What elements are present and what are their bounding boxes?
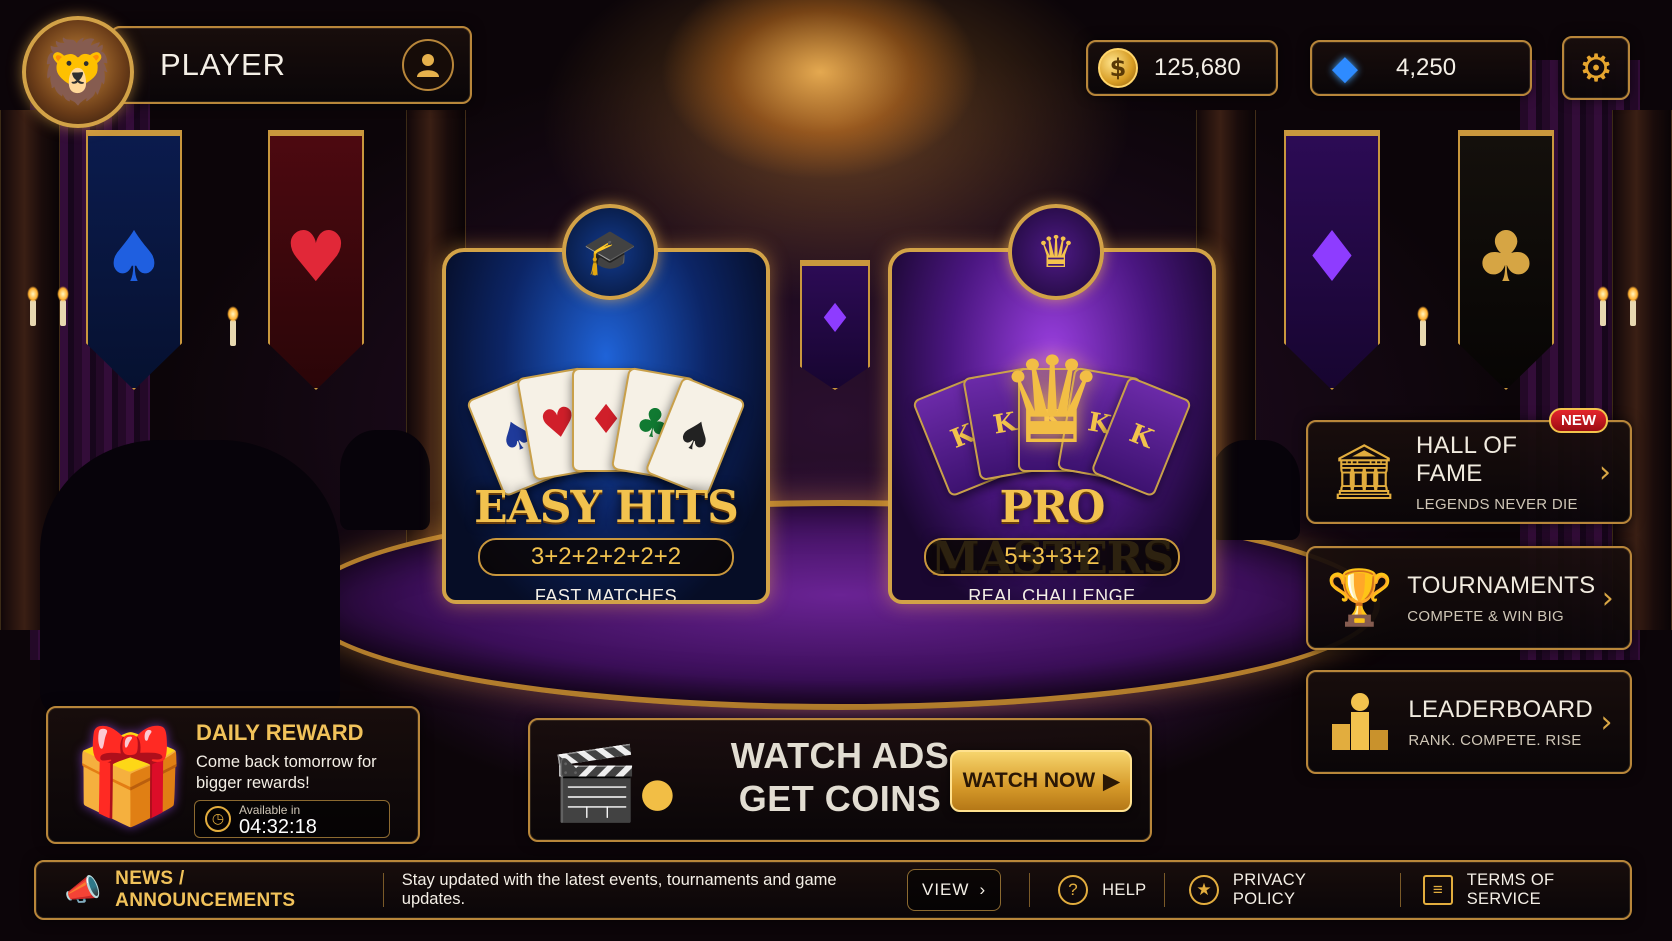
- divider: [382, 873, 384, 907]
- crown-icon: ♛: [998, 332, 1106, 471]
- reward-timer: ◷ Available in 04:32:18: [194, 800, 390, 838]
- menu-subtitle: LEGENDS NEVER DIE: [1416, 495, 1578, 513]
- mode-title: EASY HITS: [474, 482, 739, 533]
- lion-icon[interactable]: 🦁: [22, 16, 134, 128]
- mode-card-easy-hits[interactable]: ♠ ♥ ♦ ♣ ♠ EASY HITS 3+2+2+2+2+2 FAST MAT…: [442, 248, 770, 604]
- spade-banner: ♠: [86, 130, 182, 390]
- divider: [1029, 873, 1031, 907]
- watch-now-label: WATCH NOW: [962, 769, 1096, 792]
- help-label: HELP: [1102, 880, 1147, 899]
- timer-value: 04:32:18: [239, 816, 317, 838]
- divider: [1164, 873, 1166, 907]
- candle: [1597, 286, 1609, 326]
- view-label: VIEW: [922, 880, 970, 899]
- candle: [27, 286, 39, 326]
- play-icon: ▶: [1103, 769, 1120, 793]
- graduation-cap-icon: 🎓: [562, 204, 658, 300]
- trophy-icon: 🏆: [1326, 566, 1394, 629]
- watch-now-button[interactable]: WATCH NOW ▶: [950, 750, 1132, 812]
- daily-reward-panel[interactable]: 🎁 DAILY REWARD Come back tomorrow for bi…: [46, 706, 420, 844]
- settings-button[interactable]: ⚙: [1562, 36, 1630, 100]
- mode-formula: 5+3+3+2: [924, 538, 1180, 576]
- megaphone-icon: 📣: [64, 872, 102, 908]
- diamond-banner: ♦: [1284, 130, 1380, 390]
- player-panel[interactable]: PLAYER: [110, 26, 472, 104]
- daily-reward-title: DAILY REWARD: [196, 720, 364, 745]
- coin-balance[interactable]: $ 125,680: [1086, 40, 1278, 96]
- leaderboard-button[interactable]: LEADERBOARD RANK. COMPETE. RISE ›: [1306, 670, 1632, 774]
- diamond-banner-center: ♦: [800, 260, 870, 390]
- gear-icon: ⚙: [1578, 46, 1614, 90]
- candle: [227, 306, 239, 346]
- privacy-policy-link[interactable]: ★ PRIVACY POLICY: [1189, 871, 1370, 909]
- ads-line-2: GET COINS: [738, 778, 942, 819]
- crown-icon: ♛: [1008, 204, 1104, 300]
- chevron-right-icon: ›: [1601, 580, 1614, 616]
- player-name: PLAYER: [160, 47, 287, 82]
- candle: [1627, 286, 1639, 326]
- news-title: NEWS / ANNOUNCEMENTS: [115, 868, 296, 911]
- candle: [1417, 306, 1429, 346]
- mode-subtitle: REAL CHALLENGE: [968, 586, 1136, 604]
- terms-of-service-link[interactable]: ≡ TERMS OF SERVICE: [1423, 871, 1630, 909]
- timer-label: Available in: [239, 803, 301, 817]
- seated-figure: [40, 440, 340, 720]
- mode-subtitle: FAST MATCHES: [534, 586, 678, 604]
- chevron-right-icon: ›: [979, 880, 987, 899]
- coin-amount: 125,680: [1154, 54, 1241, 81]
- menu-subtitle: COMPETE & WIN BIG: [1407, 607, 1565, 625]
- terms-label: TERMS OF SERVICE: [1466, 871, 1555, 908]
- watch-ads-headline: WATCH ADS GET COINS: [720, 734, 960, 820]
- view-news-button[interactable]: VIEW ›: [906, 869, 1002, 911]
- privacy-label: PRIVACY POLICY: [1232, 871, 1306, 908]
- clock-icon: ◷: [205, 806, 231, 832]
- podium-icon: [1326, 684, 1394, 760]
- diamond-icon: ◆: [1331, 48, 1359, 88]
- question-icon: ?: [1058, 875, 1089, 905]
- watch-ads-panel: 🎬 ● WATCH ADS GET COINS WATCH NOW ▶: [528, 718, 1152, 842]
- menu-subtitle: RANK. COMPETE. RISE: [1408, 731, 1582, 749]
- gift-icon: 🎁: [72, 723, 187, 830]
- new-badge: NEW: [1549, 408, 1608, 433]
- mode-formula: 3+2+2+2+2+2: [478, 538, 734, 576]
- news-text: Stay updated with the latest events, tou…: [401, 871, 837, 908]
- bottom-bar: 📣 NEWS / ANNOUNCEMENTS Stay updated with…: [34, 860, 1632, 920]
- mode-card-pro-masters[interactable]: K K K K K ♛ PRO MASTERS 5+3+3+2 REAL CHA…: [888, 248, 1216, 604]
- menu-title: TOURNAMENTS: [1407, 571, 1596, 599]
- chevron-right-icon: ›: [1600, 704, 1613, 740]
- hall-of-fame-button[interactable]: 🏛 HALL OF FAME LEGENDS NEVER DIE › NEW: [1306, 408, 1632, 524]
- gem-balance[interactable]: ◆ 4,250: [1310, 40, 1532, 96]
- chandelier: [660, 0, 980, 180]
- club-banner: ♣: [1458, 130, 1554, 390]
- chevron-right-icon: ›: [1599, 454, 1611, 490]
- heart-banner: ♥: [268, 130, 364, 390]
- candle: [57, 286, 69, 326]
- gem-amount: 4,250: [1396, 54, 1457, 81]
- tournaments-button[interactable]: 🏆 TOURNAMENTS COMPETE & WIN BIG ›: [1306, 546, 1632, 650]
- temple-icon: 🏛: [1329, 440, 1399, 503]
- seated-figure: [1210, 440, 1300, 540]
- daily-reward-description: Come back tomorrow for bigger rewards!: [196, 753, 377, 792]
- help-link[interactable]: ? HELP: [1058, 875, 1146, 905]
- menu-title: HALL OF FAME: [1416, 431, 1518, 487]
- menu-title: LEADERBOARD: [1408, 695, 1594, 723]
- card-fan: ♠ ♥ ♦ ♣ ♠: [446, 312, 766, 498]
- coin-icon: $: [1098, 48, 1138, 88]
- user-icon[interactable]: [402, 39, 454, 91]
- document-icon: ≡: [1423, 875, 1453, 905]
- coin-stack-icon: ●: [640, 770, 675, 816]
- divider: [1400, 873, 1402, 907]
- ads-line-1: WATCH ADS: [730, 735, 950, 776]
- seated-figure: [340, 430, 430, 530]
- shield-icon: ★: [1189, 875, 1219, 905]
